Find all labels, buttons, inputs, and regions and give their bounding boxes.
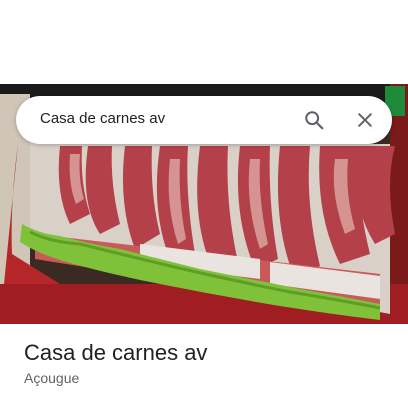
search-bar[interactable]: Casa de carnes av — [16, 96, 392, 144]
place-title: Casa de carnes av — [24, 340, 208, 365]
search-input[interactable]: Casa de carnes av — [40, 110, 165, 127]
search-icon[interactable] — [298, 104, 330, 136]
place-category: Açougue — [24, 370, 80, 386]
close-icon[interactable] — [349, 104, 381, 136]
